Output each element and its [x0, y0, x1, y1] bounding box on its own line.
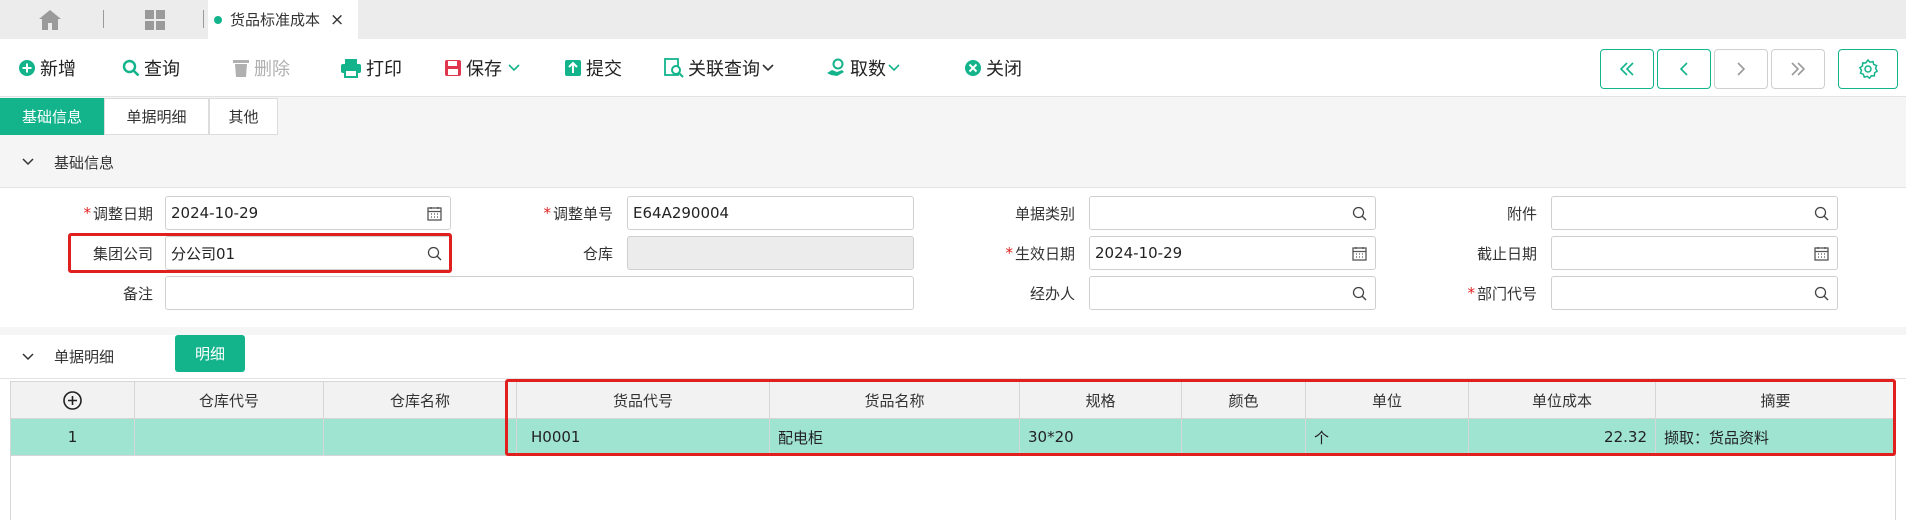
end-date-field[interactable]: [1551, 236, 1838, 270]
chevron-down-icon[interactable]: [508, 64, 520, 72]
related-query-label: 关联查询: [688, 59, 760, 80]
submit-label: 提交: [586, 59, 622, 80]
tab-basic-info[interactable]: 基础信息: [0, 98, 104, 135]
query-label: 查询: [144, 59, 180, 80]
detail-section-header[interactable]: 单据明细: [0, 327, 1906, 379]
search-icon: [122, 59, 140, 77]
double-chevron-right-icon: [1791, 62, 1806, 76]
effective-date-label: * 生效日期: [1005, 244, 1075, 263]
tab-other[interactable]: 其他: [209, 98, 278, 135]
document-search-icon: [664, 58, 684, 78]
home-icon[interactable]: [38, 9, 62, 31]
plus-circle-icon: [19, 60, 35, 76]
column-header[interactable]: 仓库名称: [324, 382, 517, 419]
grid-highlight: [505, 379, 1896, 456]
query-button[interactable]: 查询: [122, 53, 180, 83]
chevron-down-icon[interactable]: [888, 64, 900, 72]
previous-record-button[interactable]: [1657, 49, 1711, 89]
close-tab-icon[interactable]: ×: [330, 10, 344, 30]
calendar-icon[interactable]: [1814, 246, 1829, 261]
active-dot-icon: [214, 15, 222, 24]
search-icon[interactable]: [1352, 206, 1367, 221]
printer-icon: [341, 59, 361, 78]
add-button[interactable]: 新增: [18, 53, 76, 83]
chevron-down-icon[interactable]: [22, 158, 34, 166]
grid-apps-icon[interactable]: [144, 9, 166, 31]
first-record-button[interactable]: [1600, 49, 1654, 89]
fetch-label: 取数: [850, 59, 886, 80]
print-button[interactable]: 打印: [340, 53, 402, 83]
search-icon[interactable]: [1352, 286, 1367, 301]
search-icon[interactable]: [1814, 286, 1829, 301]
last-record-button[interactable]: [1771, 49, 1825, 89]
chevron-down-icon[interactable]: [762, 64, 774, 72]
column-header[interactable]: 仓库代号: [135, 382, 324, 419]
warehouse-name-cell[interactable]: [324, 419, 517, 455]
chevron-right-icon: [1737, 62, 1746, 76]
next-record-button[interactable]: [1714, 49, 1768, 89]
close-circle-icon: [965, 60, 981, 76]
related-query-button[interactable]: 关联查询: [664, 53, 778, 83]
double-chevron-left-icon: [1619, 62, 1634, 76]
row-index: 1: [11, 419, 135, 455]
adjust-no-label: * 调整单号: [543, 204, 613, 223]
section-title: 单据明细: [54, 348, 115, 366]
warehouse-code-cell[interactable]: [135, 419, 324, 455]
tab-document-detail[interactable]: 单据明细: [104, 98, 209, 135]
dept-code-label: * 部门代号: [1467, 284, 1537, 303]
basic-info-form: * 调整日期 2024-10-29 * 调整单号 E64A290004 单据类别 附…: [0, 187, 1906, 320]
attachment-label: 附件: [1506, 204, 1537, 223]
calendar-icon[interactable]: [427, 206, 442, 221]
form-tabs: 基础信息 单据明细 其他: [0, 97, 1906, 137]
warehouse-label: 仓库: [582, 244, 613, 263]
toolbar: 新增 查询 删除 打印 保存 提交 关联查询 取数 关闭: [0, 39, 1906, 97]
doc-type-label: 单据类别: [1014, 204, 1075, 223]
save-disk-icon: [445, 60, 461, 76]
save-label: 保存: [466, 59, 502, 80]
calendar-icon[interactable]: [1352, 246, 1367, 261]
adjust-no-field[interactable]: E64A290004: [627, 196, 914, 230]
settings-button[interactable]: [1838, 49, 1898, 89]
search-icon[interactable]: [1814, 206, 1829, 221]
trash-icon: [233, 60, 249, 77]
basic-info-section-header[interactable]: 基础信息: [0, 137, 1906, 187]
gear-icon: [1858, 59, 1878, 79]
handler-label: 经办人: [1029, 284, 1075, 303]
group-company-highlight: [68, 233, 452, 273]
add-label: 新增: [40, 59, 76, 80]
close-button[interactable]: 关闭: [964, 53, 1022, 83]
print-label: 打印: [366, 59, 402, 80]
handler-field[interactable]: [1089, 276, 1376, 310]
remark-label: 备注: [122, 284, 153, 303]
attachment-field[interactable]: [1551, 196, 1838, 230]
chevron-down-icon[interactable]: [22, 352, 34, 361]
hand-coin-icon: [827, 58, 844, 76]
dept-code-field[interactable]: [1551, 276, 1838, 310]
delete-label: 删除: [254, 59, 290, 80]
remark-field[interactable]: [165, 276, 914, 310]
plus-circle-icon: [63, 391, 82, 410]
chevron-left-icon: [1679, 62, 1688, 76]
delete-button[interactable]: 删除: [232, 53, 290, 83]
warehouse-field: [627, 236, 914, 270]
detail-button[interactable]: 明细: [175, 335, 245, 372]
save-button[interactable]: 保存: [444, 53, 524, 83]
window-tab-bar: 货品标准成本 ×: [0, 0, 1906, 39]
tab-divider: [103, 10, 104, 28]
end-date-label: 截止日期: [1476, 244, 1537, 263]
upload-icon: [565, 60, 581, 76]
effective-date-field[interactable]: 2024-10-29: [1089, 236, 1376, 270]
fetch-button[interactable]: 取数: [826, 53, 904, 83]
close-label: 关闭: [986, 59, 1022, 80]
submit-button[interactable]: 提交: [564, 53, 622, 83]
tab-divider: [203, 10, 204, 28]
adjust-date-label: * 调整日期: [83, 204, 153, 223]
tab-label: 货品标准成本: [230, 11, 321, 29]
tab-standard-cost[interactable]: 货品标准成本 ×: [208, 0, 358, 39]
add-row-button[interactable]: [11, 382, 135, 419]
doc-type-field[interactable]: [1089, 196, 1376, 230]
adjust-date-field[interactable]: 2024-10-29: [165, 196, 451, 230]
section-title: 基础信息: [54, 153, 115, 172]
